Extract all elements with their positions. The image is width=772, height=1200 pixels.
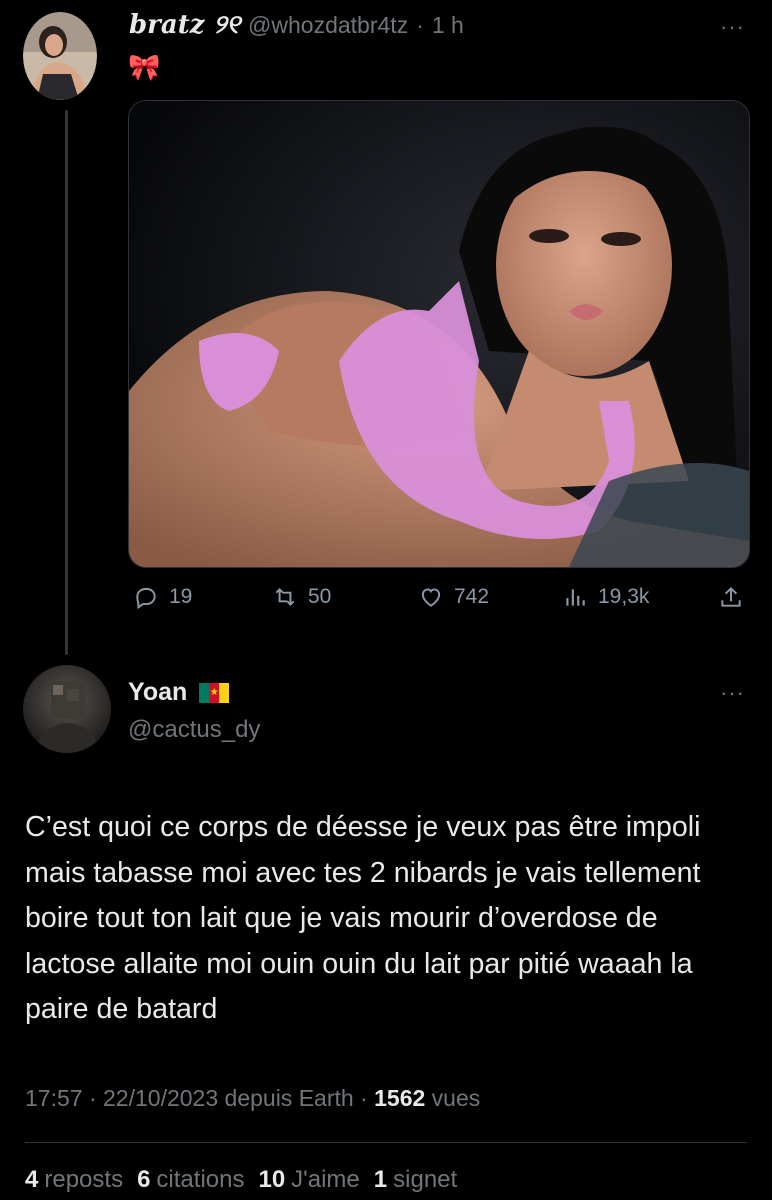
reply-text: C’est quoi ce corps de déesse je veux pa… [25, 811, 701, 1025]
stat-count: 10 [258, 1166, 286, 1193]
bar-chart-icon [566, 589, 585, 606]
avatar-image [23, 12, 97, 100]
repost-count: 50 [308, 585, 332, 608]
reply-header: Yoan ★ [128, 678, 230, 707]
repost-icon [275, 588, 295, 606]
like-button[interactable]: 742 [418, 584, 489, 610]
post-time[interactable]: 17:57 [25, 1085, 83, 1111]
stat-count: 6 [137, 1166, 151, 1193]
reply-icon [136, 587, 156, 610]
stat-label: reposts [44, 1166, 124, 1193]
views-label: vues [425, 1085, 481, 1111]
tweet-text: 🎀 [128, 52, 161, 82]
stat-label: signet [393, 1166, 458, 1193]
views-count: 19,3k [598, 585, 650, 608]
reply-button[interactable]: 19 [133, 584, 192, 610]
thread-connector-line [65, 110, 68, 655]
reply-count: 19 [169, 585, 193, 608]
dot-separator: · [416, 12, 424, 38]
display-name[interactable]: Yoan [128, 678, 187, 707]
timestamp[interactable]: 1 h [432, 12, 464, 39]
stat-bookmarks[interactable]: 1 signet [374, 1166, 457, 1194]
repost-button[interactable]: 50 [272, 584, 331, 610]
share-button[interactable] [718, 584, 744, 610]
cameroon-flag-icon: ★ [199, 682, 230, 703]
views-button[interactable]: 19,3k [562, 584, 649, 610]
stat-count: 4 [25, 1166, 39, 1193]
views-count: 1562 [374, 1085, 426, 1111]
stat-count: 1 [373, 1166, 388, 1193]
stat-quotes[interactable]: 6 citations [137, 1166, 244, 1194]
post-date[interactable]: 22/10/2023 [103, 1085, 218, 1111]
meta-separator: · [82, 1085, 104, 1111]
stat-label: J'aime [291, 1166, 360, 1193]
like-count: 742 [454, 585, 490, 608]
avatar-image [23, 665, 111, 753]
engagement-stats: 4 reposts 6 citations 10 J'aime 1 signet [25, 1166, 457, 1194]
post-source: depuis Earth [218, 1085, 354, 1111]
stat-reposts[interactable]: 4 reposts [25, 1166, 123, 1194]
user-handle[interactable]: @whozdatbr4tz [248, 12, 408, 39]
more-options-button[interactable]: ··· [720, 14, 745, 40]
avatar-yoan[interactable] [23, 665, 111, 753]
user-handle[interactable]: @cactus_dy [128, 716, 260, 744]
avatar-bratz[interactable] [23, 12, 97, 100]
share-icon [721, 586, 741, 607]
tweet-metadata: 17:57 · 22/10/2023 depuis Earth · 1562 v… [25, 1085, 480, 1112]
heart-icon [421, 588, 441, 607]
tweet-header: bratz ୨୧ @whozdatbr4tz · 1 h [129, 10, 464, 41]
meta-separator: · [353, 1085, 375, 1111]
stat-label: citations [156, 1166, 245, 1193]
photo [129, 101, 749, 567]
display-name[interactable]: bratz ୨୧ [129, 10, 240, 41]
divider [25, 1142, 747, 1143]
more-options-button[interactable]: ··· [720, 680, 745, 706]
stat-likes[interactable]: 10 J'aime [258, 1166, 359, 1194]
tweet-media-image[interactable] [128, 100, 750, 568]
